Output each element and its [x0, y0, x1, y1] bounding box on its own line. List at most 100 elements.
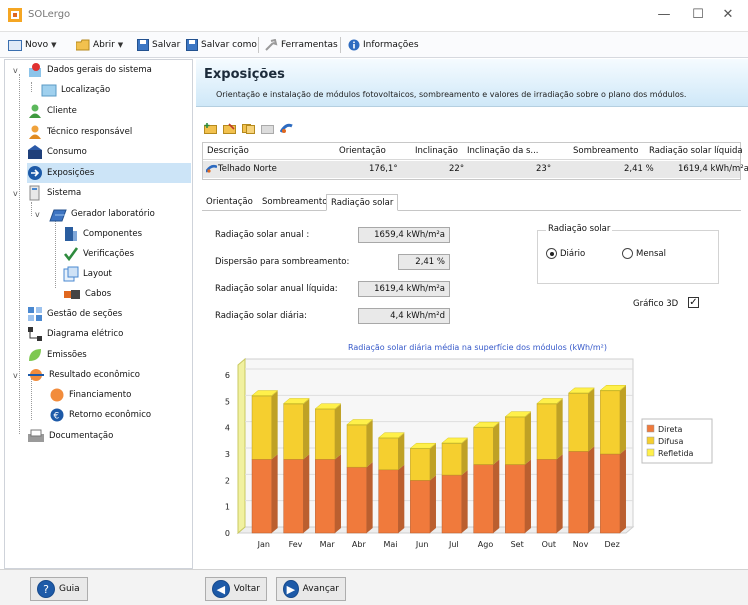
bar-side-direta [588, 446, 595, 533]
close-button[interactable]: ✕ [708, 4, 748, 26]
solar-radiation-chart: 0 1 2 3 4 5 6 Jan Fev Mar Abr Mai Jun Jul Ago Set Out Nov… [225, 357, 713, 549]
column-header[interactable]: Descrição [207, 146, 249, 156]
table-row[interactable]: Telhado Norte 176,1° 22° 23° 2,41 % 1619… [203, 161, 748, 178]
copy-exposure-icon[interactable] [242, 122, 255, 134]
y-tick-label: 4 [225, 424, 230, 433]
tree-guide-line [31, 202, 32, 216]
tree-item-emissoes[interactable]: Emissões [27, 345, 87, 365]
bar-segment-difusa [536, 403, 557, 460]
tree-item-financiamento[interactable]: Financiamento [49, 385, 131, 405]
exposures-table: Descrição Orientação Inclinação Inclinaç… [202, 142, 748, 180]
guia-button[interactable]: ? Guia [30, 577, 88, 601]
solar-panel-icon[interactable] [280, 122, 293, 134]
x-tick-label: Ago [478, 540, 494, 549]
radio-unselected-icon[interactable] [622, 248, 633, 259]
tree-item-documentacao[interactable]: Documentação [27, 426, 113, 446]
tree-item-cabos[interactable]: Cabos [63, 284, 111, 304]
tree-item-tecnico[interactable]: Técnico responsável [27, 122, 132, 142]
navigation-tree: v Dados gerais do sistema Localização Cl… [4, 59, 193, 569]
salvar-como-button[interactable]: Salvar como [186, 36, 257, 54]
tree-item-resultado[interactable]: Resultado econômico [27, 365, 140, 385]
bar-side-difusa [556, 398, 563, 460]
edit-exposure-icon[interactable] [223, 122, 236, 134]
ferramentas-label: Ferramentas [281, 40, 338, 50]
radiation-mode-group: Radiação solar Diário Mensal [537, 224, 719, 284]
delete-exposure-icon[interactable] [261, 122, 274, 134]
tree-item-exposicoes[interactable]: Exposições [27, 163, 191, 183]
tree-item-diagrama[interactable]: Diagrama elétrico [27, 324, 123, 344]
bar-side-difusa [429, 443, 436, 481]
bar-side-direta [556, 454, 563, 533]
add-exposure-icon[interactable] [204, 122, 217, 134]
collapse-toggle-icon[interactable]: v [35, 210, 40, 219]
tree-item-cliente[interactable]: Cliente [27, 101, 77, 121]
abrir-button[interactable]: Abrir ▼ [76, 36, 123, 54]
bar-side-difusa [398, 433, 405, 470]
ferramentas-button[interactable]: Ferramentas [265, 36, 338, 54]
arrow-left-icon: ◀ [212, 580, 230, 598]
avancar-button[interactable]: ▶ Avançar [276, 577, 346, 601]
tools-icon [265, 39, 278, 51]
collapse-toggle-icon[interactable]: v [13, 66, 18, 75]
technician-user-icon [29, 125, 41, 139]
roof-exposure-icon [206, 164, 217, 173]
page-header: Exposições Orientação e instalação de mó… [196, 59, 748, 107]
tree-item-verificacoes[interactable]: Verificações [63, 244, 134, 264]
column-header[interactable]: Inclinação da s... [467, 146, 539, 156]
toolbar-divider [258, 37, 259, 53]
tree-item-sistema[interactable]: Sistema [27, 183, 81, 203]
shading-dispersion-value: 2,41 % [398, 254, 450, 270]
x-tick-label: Dez [605, 540, 620, 549]
bar-side-direta [334, 454, 341, 533]
x-tick-label: Fev [289, 540, 303, 549]
tree-label: Dados gerais do sistema [47, 65, 152, 75]
guia-label: Guia [59, 584, 80, 594]
x-tick-label: Jan [257, 540, 270, 549]
tree-item-consumo[interactable]: Consumo [27, 142, 87, 162]
radio-mensal[interactable]: Mensal [622, 248, 666, 259]
column-header[interactable]: Sombreamento [573, 146, 638, 156]
tree-item-localizacao[interactable]: Localização [41, 80, 110, 100]
daily-radiation-label: Radiação solar diária: [215, 311, 307, 321]
bar-segment-difusa [378, 437, 399, 471]
tab-radiacao-solar[interactable]: Radiação solar [326, 194, 399, 211]
bar-segment-direta [315, 459, 336, 534]
bar-segment-direta [600, 453, 621, 534]
tab-orientacao[interactable]: Orientação [202, 194, 257, 211]
column-header[interactable]: Inclinação [415, 146, 458, 156]
column-header[interactable]: Radiação solar líquida [649, 146, 743, 156]
voltar-button[interactable]: ◀ Voltar [205, 577, 267, 601]
radio-selected-icon[interactable] [546, 248, 557, 259]
tree-item-gerador[interactable]: Gerador laboratório [49, 204, 155, 224]
bar-side-direta [461, 470, 468, 533]
tree-label: Verificações [83, 249, 135, 259]
main-panel: Exposições Orientação e instalação de mó… [196, 59, 748, 569]
tree-item-layout[interactable]: Layout [63, 264, 112, 284]
salvar-button[interactable]: Salvar [137, 36, 180, 54]
tree-item-dados-gerais[interactable]: Dados gerais do sistema [27, 60, 152, 80]
tree-label: Diagrama elétrico [47, 329, 124, 339]
x-tick-label: Set [511, 540, 524, 549]
tree-item-retorno[interactable]: € Retorno econômico [49, 405, 151, 425]
tree-label: Componentes [83, 229, 143, 239]
informacoes-button[interactable]: Informações [348, 36, 419, 54]
bar-segment-difusa [473, 427, 494, 465]
column-header[interactable]: Orientação [339, 146, 386, 156]
x-tick-label: Mai [383, 540, 397, 549]
novo-button[interactable]: Novo ▼ [8, 36, 56, 54]
radio-diario[interactable]: Diário [546, 248, 585, 259]
x-tick-label: Jun [415, 540, 429, 549]
tree-item-componentes[interactable]: Componentes [63, 224, 142, 244]
tab-sombreamento[interactable]: Sombreamento [258, 194, 331, 211]
grafico-3d-checkbox[interactable]: ✓ [688, 297, 699, 308]
collapse-toggle-icon[interactable]: v [13, 189, 18, 198]
legend-label: Refletida [658, 449, 694, 458]
tree-label: Layout [83, 269, 112, 279]
generator-icon [49, 209, 67, 222]
chevron-down-icon[interactable]: ▼ [51, 41, 56, 49]
y-tick-label: 1 [225, 503, 230, 512]
bar-side-direta [429, 475, 436, 533]
collapse-toggle-icon[interactable]: v [13, 371, 18, 380]
chevron-down-icon[interactable]: ▼ [118, 41, 123, 49]
tree-item-gestao[interactable]: Gestão de seções [27, 304, 122, 324]
